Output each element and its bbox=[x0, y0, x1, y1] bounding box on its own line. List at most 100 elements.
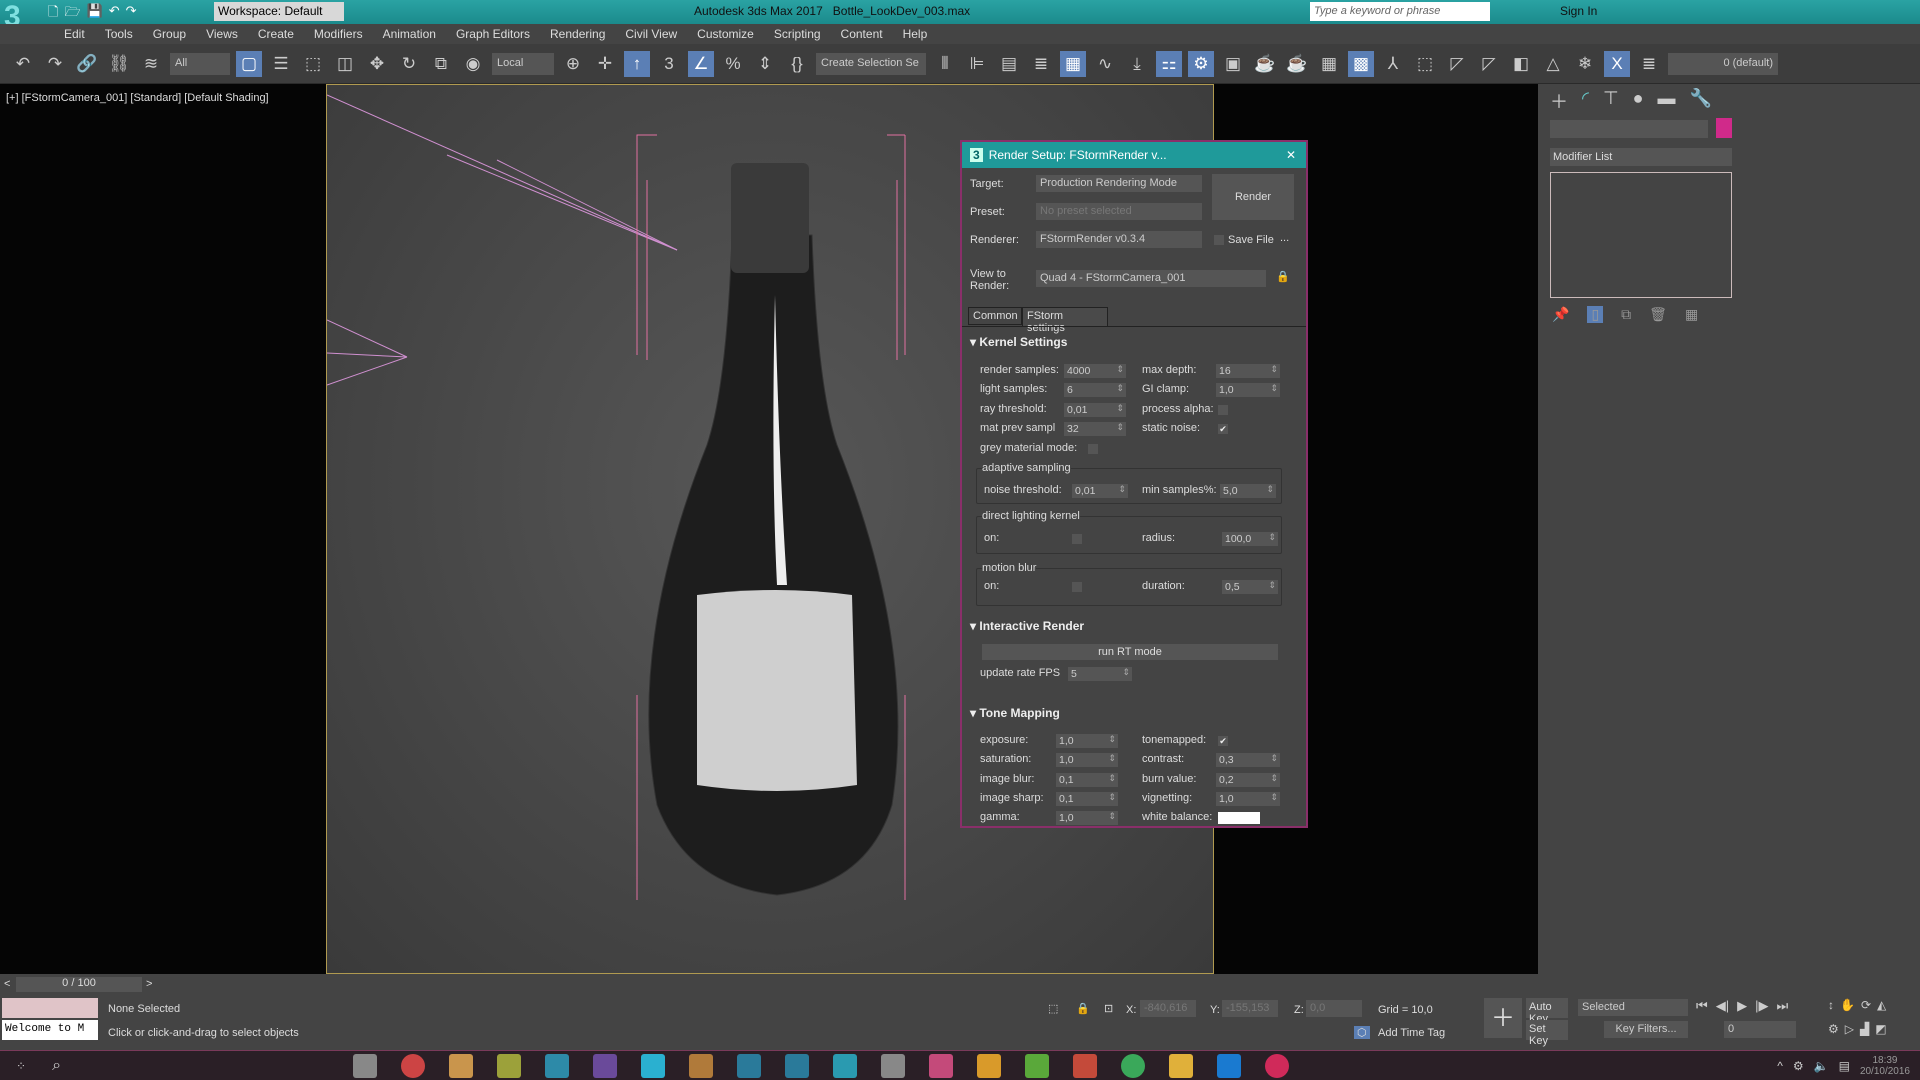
renderer-dropdown[interactable]: FStormRender v0.3.4 bbox=[1036, 231, 1202, 248]
fstorm-tool-6-icon[interactable]: △ bbox=[1540, 51, 1566, 77]
viewport-label[interactable]: [+] [FStormCamera_001] [Standard] [Defau… bbox=[6, 92, 269, 104]
taskbar-edge-icon[interactable] bbox=[1217, 1053, 1242, 1078]
layers-icon[interactable]: ≣ bbox=[1636, 51, 1662, 77]
gamma-spinner[interactable]: 1,0 bbox=[1056, 811, 1118, 825]
layer-explorer-icon[interactable]: ≣ bbox=[1028, 51, 1054, 77]
next-frame-button[interactable]: > bbox=[146, 978, 152, 990]
noise-threshold-spinner[interactable]: 0,01 bbox=[1072, 484, 1128, 498]
set-key-button[interactable]: Set Key bbox=[1526, 1020, 1568, 1047]
display-tab-icon[interactable]: ▬ bbox=[1658, 88, 1676, 114]
selection-lock-icon[interactable]: 🔒 bbox=[1076, 1002, 1090, 1015]
saturation-spinner[interactable]: 1,0 bbox=[1056, 753, 1118, 767]
radius-spinner[interactable]: 100,0 bbox=[1222, 532, 1278, 546]
maxscript-mini-listener[interactable] bbox=[2, 998, 98, 1018]
sign-in-button[interactable]: Sign In bbox=[1560, 4, 1597, 18]
pin-stack-icon[interactable]: 📌 bbox=[1552, 306, 1569, 323]
save-file-checkbox[interactable] bbox=[1214, 235, 1224, 245]
key-filters-button[interactable]: Key Filters... bbox=[1604, 1021, 1688, 1038]
menu-edit[interactable]: Edit bbox=[56, 24, 97, 44]
named-selection-dropdown[interactable]: Create Selection Se bbox=[816, 52, 926, 75]
create-tab-icon[interactable]: ＋ bbox=[1550, 88, 1568, 114]
min-samples-spinner[interactable]: 5,0 bbox=[1220, 484, 1276, 498]
taskbar-photoshop-icon[interactable] bbox=[545, 1053, 570, 1078]
listener-output[interactable]: Welcome to M bbox=[2, 1020, 98, 1040]
modifier-stack[interactable] bbox=[1550, 172, 1732, 298]
target-dropdown[interactable]: Production Rendering Mode bbox=[1036, 175, 1202, 192]
walkthrough-icon[interactable]: ▷ bbox=[1845, 1022, 1854, 1036]
z-coordinate[interactable]: 0,0 bbox=[1306, 1000, 1362, 1017]
taskbar-pink-app-icon[interactable] bbox=[929, 1053, 954, 1078]
link-icon[interactable]: 🔗 bbox=[74, 51, 100, 77]
taskbar-cinema-icon[interactable] bbox=[641, 1053, 666, 1078]
modify-tab-icon[interactable]: ◜ bbox=[1582, 88, 1589, 114]
undo-icon[interactable]: ↶ bbox=[109, 3, 120, 25]
render-setup-icon[interactable]: ⚙ bbox=[1188, 50, 1214, 77]
browse-button[interactable]: ... bbox=[1280, 232, 1289, 244]
absolute-mode-icon[interactable]: ⊡ bbox=[1104, 1002, 1113, 1015]
lock-icon[interactable]: 🔒 bbox=[1276, 270, 1290, 283]
angle-snap-icon[interactable]: ∠ bbox=[688, 50, 714, 77]
curve-editor-icon[interactable]: ∿ bbox=[1092, 51, 1118, 77]
gi-clamp-spinner[interactable]: 1,0 bbox=[1216, 383, 1280, 397]
taskbar-explorer-icon[interactable] bbox=[1169, 1053, 1194, 1078]
fstorm-tool-5-icon[interactable]: ◧ bbox=[1508, 51, 1534, 77]
move-icon[interactable]: ✥ bbox=[364, 51, 390, 77]
render-production-icon[interactable]: ☕ bbox=[1252, 51, 1278, 77]
x-coordinate[interactable]: -840,616 bbox=[1140, 1000, 1196, 1017]
volume-icon[interactable]: 🔈 bbox=[1814, 1059, 1829, 1073]
menu-rendering[interactable]: Rendering bbox=[542, 24, 617, 44]
fstorm-tool-3-icon[interactable]: ◸ bbox=[1444, 51, 1470, 77]
taskbar-opera-icon[interactable] bbox=[1265, 1053, 1290, 1078]
y-coordinate[interactable]: -155,153 bbox=[1222, 1000, 1278, 1017]
workspace-dropdown[interactable]: Workspace: Default bbox=[214, 2, 344, 21]
scene-explorer-icon[interactable]: ▤ bbox=[996, 51, 1022, 77]
taskbar-notes-icon[interactable] bbox=[449, 1053, 474, 1078]
mat-prev-spinner[interactable]: 32 bbox=[1064, 422, 1126, 436]
set-key-big-button[interactable]: ＋ bbox=[1484, 998, 1522, 1038]
tray-chevron-icon[interactable]: ^ bbox=[1777, 1059, 1783, 1073]
taskbar-chrome-icon[interactable] bbox=[401, 1053, 426, 1078]
pan-icon[interactable]: ✋ bbox=[1840, 998, 1855, 1012]
kernel-settings-rollout[interactable]: ▾ Kernel Settings bbox=[970, 335, 1290, 355]
render-button[interactable]: Render bbox=[1212, 174, 1294, 220]
modifier-list-dropdown[interactable]: Modifier List bbox=[1550, 148, 1732, 166]
select-manipulate-icon[interactable]: ✛ bbox=[592, 51, 618, 77]
material-editor-icon[interactable]: ⚏ bbox=[1156, 50, 1182, 77]
redo-icon[interactable]: ↷ bbox=[42, 51, 68, 77]
selection-filter-dropdown[interactable]: All bbox=[170, 52, 230, 75]
maximize-viewport-icon[interactable]: ◩ bbox=[1875, 1022, 1886, 1036]
taskbar-red-app-icon[interactable] bbox=[1073, 1053, 1098, 1078]
orbit-icon[interactable]: ⟳ bbox=[1861, 998, 1871, 1012]
viewport-left[interactable] bbox=[0, 84, 326, 974]
xp-icon[interactable]: X bbox=[1604, 50, 1630, 77]
menu-civil-view[interactable]: Civil View bbox=[617, 24, 689, 44]
remove-modifier-icon[interactable]: 🗑 bbox=[1649, 306, 1667, 323]
contrast-spinner[interactable]: 0,3 bbox=[1216, 753, 1280, 767]
select-by-name-icon[interactable]: ☰ bbox=[268, 51, 294, 77]
placement-icon[interactable]: ◉ bbox=[460, 51, 486, 77]
rectangular-selection-icon[interactable]: ⬚ bbox=[300, 51, 326, 77]
close-icon[interactable]: ✕ bbox=[1286, 148, 1296, 162]
window-crossing-icon[interactable]: ◫ bbox=[332, 51, 358, 77]
search-icon[interactable]: ⌕ bbox=[52, 1057, 61, 1075]
taskbar-spotify-icon[interactable] bbox=[1121, 1053, 1146, 1078]
tab-common[interactable]: Common bbox=[968, 307, 1022, 325]
network-icon[interactable]: ⚙ bbox=[1793, 1059, 1804, 1073]
go-to-end-icon[interactable]: ⏭ bbox=[1776, 998, 1788, 1014]
isolate-selection-icon[interactable]: ⬚ bbox=[1048, 1002, 1058, 1015]
dlk-on-checkbox[interactable] bbox=[1072, 534, 1082, 544]
save-icon[interactable]: 💾 bbox=[87, 3, 103, 25]
render-in-cloud-icon[interactable]: ▦ bbox=[1316, 51, 1342, 77]
max-depth-spinner[interactable]: 16 bbox=[1216, 364, 1280, 378]
taskbar-save-app-icon[interactable] bbox=[353, 1053, 378, 1078]
vignetting-spinner[interactable]: 1,0 bbox=[1216, 792, 1280, 806]
object-color-swatch[interactable] bbox=[1716, 118, 1732, 138]
utilities-tab-icon[interactable]: 🔧 bbox=[1690, 88, 1712, 114]
menu-modifiers[interactable]: Modifiers bbox=[306, 24, 375, 44]
percent-snap-icon[interactable]: % bbox=[720, 51, 746, 77]
run-rt-mode-button[interactable]: run RT mode bbox=[982, 644, 1278, 660]
ribbon-icon[interactable]: ▦ bbox=[1060, 50, 1086, 77]
ray-threshold-spinner[interactable]: 0,01 bbox=[1064, 403, 1126, 417]
tone-mapping-rollout[interactable]: ▾ Tone Mapping bbox=[970, 706, 1290, 726]
motion-tab-icon[interactable]: ● bbox=[1633, 88, 1644, 114]
